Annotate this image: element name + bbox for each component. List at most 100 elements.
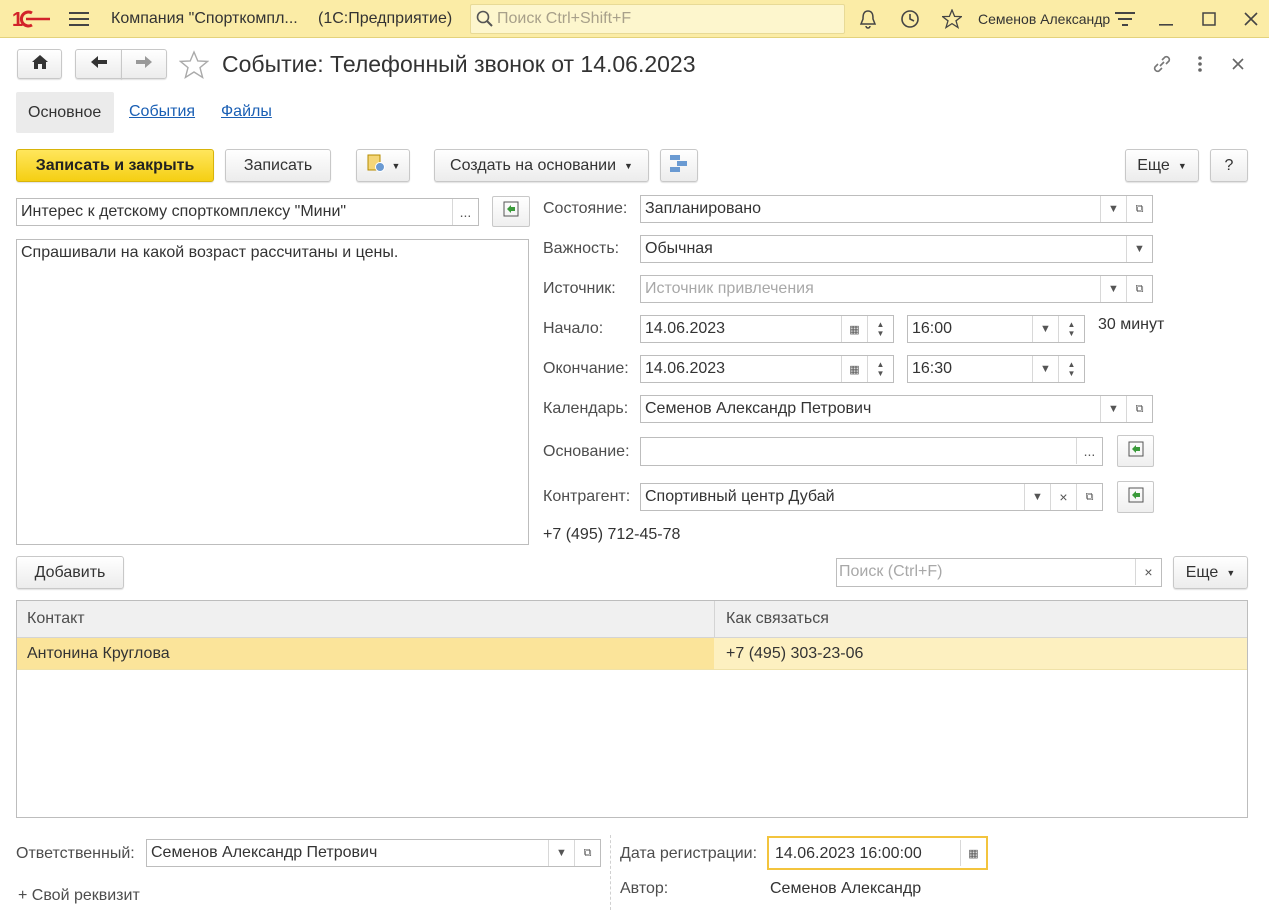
open-icon[interactable]: ⧉ — [574, 840, 600, 866]
dropdown-arrow-icon[interactable]: ▼ — [1126, 236, 1152, 262]
counterparty-open-button[interactable] — [1117, 481, 1154, 513]
start-time-field[interactable]: 16:00 ▼ ▲ ▼ — [907, 315, 1085, 343]
tab-main[interactable]: Основное — [16, 92, 114, 133]
responsible-value: Семенов Александр Петрович — [151, 844, 378, 861]
contact-phone-cell: +7 (495) 303-23-06 — [726, 645, 864, 662]
structure-button[interactable] — [660, 149, 698, 182]
stepper-icon[interactable]: ▲ ▼ — [1058, 356, 1084, 382]
arrow-left-icon — [90, 55, 108, 74]
calendar-icon[interactable]: ▦ — [960, 840, 986, 866]
clear-search-icon[interactable]: × — [1135, 559, 1161, 585]
open-icon[interactable]: ⧉ — [1126, 396, 1152, 422]
open-document-icon — [1127, 440, 1145, 463]
column-header-contact[interactable]: Контакт — [27, 610, 85, 628]
subject-field[interactable]: Интерес к детскому спорткомплексу "Мини"… — [16, 198, 479, 226]
history-icon[interactable] — [899, 8, 921, 30]
open-icon[interactable]: ⧉ — [1076, 484, 1102, 510]
calendar-icon[interactable]: ▦ — [841, 356, 867, 382]
maximize-icon[interactable] — [1198, 8, 1220, 30]
create-based-label: Создать на основании — [450, 156, 617, 174]
dropdown-arrow-icon[interactable]: ▼ — [1024, 484, 1050, 510]
state-label: Состояние: — [543, 200, 628, 217]
counterparty-field[interactable]: Спортивный центр Дубай ▼ × ⧉ — [640, 483, 1103, 511]
open-icon[interactable]: ⧉ — [1126, 276, 1152, 302]
column-header-how-to-contact[interactable]: Как связаться — [726, 610, 829, 628]
end-date-field[interactable]: 14.06.2023 ▦ ▲ ▼ — [640, 355, 894, 383]
search-icon — [476, 10, 494, 33]
link-icon[interactable] — [1150, 52, 1174, 76]
contacts-more-button[interactable]: Еще ▼ — [1173, 556, 1248, 589]
close-form-icon[interactable] — [1228, 54, 1248, 74]
table-row[interactable]: Антонина Круглова +7 (495) 303-23-06 — [17, 638, 1247, 670]
dropdown-arrow-icon[interactable]: ▼ — [548, 840, 574, 866]
calendar-field[interactable]: Семенов Александр Петрович ▼ ⧉ — [640, 395, 1153, 423]
state-field[interactable]: Запланировано ▼ ⧉ — [640, 195, 1153, 223]
duration-text: 30 минут — [1098, 316, 1165, 333]
description-textarea[interactable]: Спрашивали на какой возраст рассчитаны и… — [16, 239, 529, 545]
dropdown-arrow-icon[interactable]: ▼ — [1032, 316, 1058, 342]
save-and-close-button[interactable]: Записать и закрыть — [16, 149, 214, 182]
home-icon — [31, 54, 49, 75]
state-value: Запланировано — [645, 200, 761, 217]
calendar-icon[interactable]: ▦ — [841, 316, 867, 342]
user-name[interactable]: Семенов Александр — [978, 11, 1110, 27]
start-date-field[interactable]: 14.06.2023 ▦ ▲ ▼ — [640, 315, 894, 343]
dropdown-arrow-icon: ▼ — [1177, 160, 1187, 171]
contacts-table: Контакт Как связаться Антонина Круглова … — [16, 600, 1248, 818]
settings-icon[interactable] — [1114, 8, 1136, 30]
reg-date-value: 14.06.2023 16:00:00 — [775, 845, 922, 862]
more-vertical-icon[interactable] — [1190, 52, 1210, 76]
dropdown-arrow-icon[interactable]: ▼ — [1100, 276, 1126, 302]
basis-field[interactable]: ... — [640, 437, 1103, 466]
reg-date-label: Дата регистрации: — [620, 845, 758, 862]
form-title: Событие: Телефонный звонок от 14.06.2023 — [222, 51, 696, 77]
stepper-icon[interactable]: ▲ ▼ — [1058, 316, 1084, 342]
1c-logo-icon[interactable]: 1 — [12, 8, 54, 31]
hierarchy-icon — [669, 153, 689, 178]
importance-field[interactable]: Обычная ▼ — [640, 235, 1153, 263]
tab-files[interactable]: Файлы — [221, 103, 272, 121]
select-ellipsis-button[interactable]: ... — [452, 199, 478, 225]
back-button[interactable] — [75, 49, 122, 79]
reg-date-field[interactable]: 14.06.2023 16:00:00 ▦ — [767, 836, 988, 870]
star-icon[interactable] — [941, 8, 963, 30]
dropdown-arrow-icon[interactable]: ▼ — [1100, 196, 1126, 222]
end-label: Окончание: — [543, 360, 629, 377]
global-search-input[interactable]: Поиск Ctrl+Shift+F — [470, 4, 845, 34]
minimize-icon[interactable] — [1155, 8, 1177, 30]
subject-value: Интерес к детскому спорткомплексу "Мини" — [21, 203, 347, 220]
bell-icon[interactable] — [857, 8, 879, 30]
document-icon — [366, 153, 386, 178]
close-window-icon[interactable] — [1240, 8, 1262, 30]
end-date-value: 14.06.2023 — [645, 360, 726, 377]
stepper-icon[interactable]: ▲ ▼ — [867, 316, 893, 342]
forward-button[interactable] — [121, 49, 167, 79]
responsible-label: Ответственный: — [16, 845, 135, 862]
start-label: Начало: — [543, 320, 604, 337]
tab-events[interactable]: События — [129, 103, 195, 121]
home-button[interactable] — [17, 49, 62, 79]
more-button[interactable]: Еще ▼ — [1125, 149, 1199, 182]
create-based-button[interactable]: Создать на основании ▼ — [434, 149, 649, 182]
clear-icon[interactable]: × — [1050, 484, 1076, 510]
responsible-field[interactable]: Семенов Александр Петрович ▼ ⧉ — [146, 839, 601, 867]
select-ellipsis-button[interactable]: ... — [1076, 438, 1102, 464]
subject-open-button[interactable] — [492, 196, 530, 227]
source-field[interactable]: Источник привлечения ▼ ⧉ — [640, 275, 1153, 303]
arrow-right-icon — [135, 55, 153, 74]
end-time-field[interactable]: 16:30 ▼ ▲ ▼ — [907, 355, 1085, 383]
custom-attribute-link[interactable]: + Свой реквизит — [18, 887, 140, 905]
save-button[interactable]: Записать — [225, 149, 331, 182]
contacts-search-input[interactable]: Поиск (Ctrl+F) × — [836, 558, 1162, 587]
basis-open-button[interactable] — [1117, 435, 1154, 467]
print-menu-button[interactable]: ▼ — [356, 149, 410, 182]
add-contact-button[interactable]: Добавить — [16, 556, 124, 589]
menu-icon[interactable] — [68, 8, 90, 30]
favorite-star-icon[interactable] — [178, 49, 210, 81]
dropdown-arrow-icon[interactable]: ▼ — [1032, 356, 1058, 382]
stepper-icon[interactable]: ▲ ▼ — [867, 356, 893, 382]
open-icon[interactable]: ⧉ — [1126, 196, 1152, 222]
help-button[interactable]: ? — [1210, 149, 1248, 182]
dropdown-arrow-icon[interactable]: ▼ — [1100, 396, 1126, 422]
importance-value: Обычная — [645, 240, 713, 257]
